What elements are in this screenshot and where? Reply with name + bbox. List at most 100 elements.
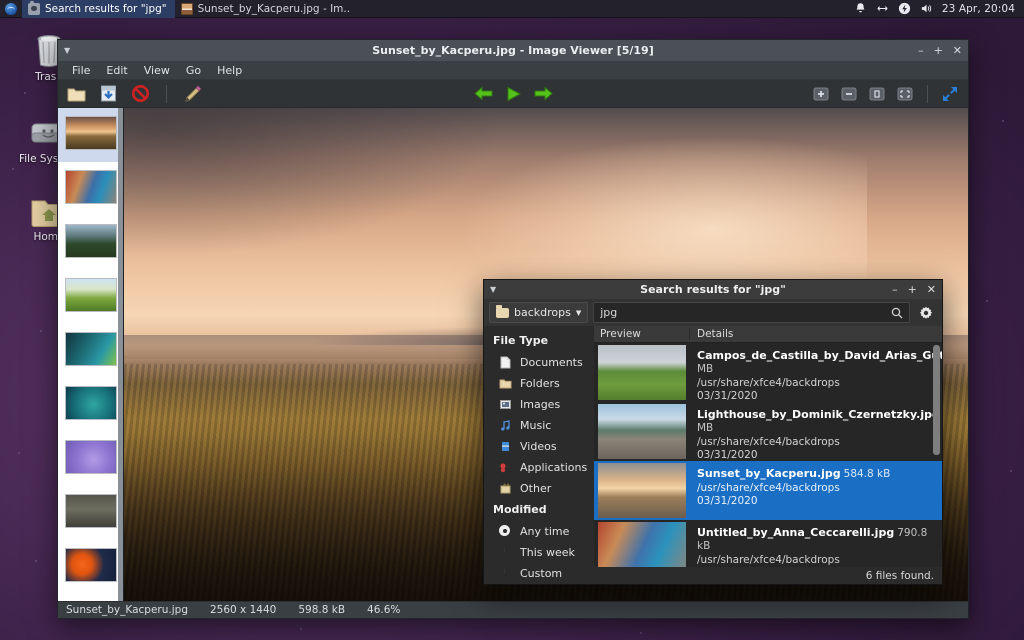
volume-icon[interactable] xyxy=(920,2,933,15)
next-image-icon[interactable] xyxy=(533,84,553,104)
folder-icon xyxy=(496,308,509,318)
thumbnail-item[interactable] xyxy=(58,594,123,601)
power-icon[interactable] xyxy=(898,2,911,15)
search-filter-sidebar: File Type Documents Folders xyxy=(484,326,594,584)
search-titlebar[interactable]: ▼ Search results for "jpg" – + ✕ xyxy=(484,280,942,299)
location-selector[interactable]: backdrops ▼ xyxy=(489,302,588,323)
viewer-maximize-button[interactable]: + xyxy=(934,45,943,56)
viewer-close-button[interactable]: ✕ xyxy=(953,45,962,56)
menu-view[interactable]: View xyxy=(136,64,178,77)
network-icon[interactable] xyxy=(876,2,889,15)
status-filename: Sunset_by_Kacperu.jpg xyxy=(66,604,188,616)
delete-icon[interactable] xyxy=(130,84,150,104)
zoom-100-icon[interactable] xyxy=(867,84,887,104)
search-toolbar: backdrops ▼ jpg xyxy=(484,299,942,326)
thumbnail-item[interactable] xyxy=(58,270,123,324)
filter-label: Documents xyxy=(520,356,583,369)
thumbnail-item[interactable] xyxy=(58,432,123,486)
edit-icon[interactable] xyxy=(183,84,203,104)
zoom-out-icon[interactable] xyxy=(839,84,859,104)
viewer-menubar[interactable]: File Edit View Go Help xyxy=(58,61,968,80)
filter-label: Custom xyxy=(520,567,562,580)
menu-file[interactable]: File xyxy=(64,64,98,77)
filter-custom[interactable]: Custom xyxy=(484,563,594,584)
thumbnail-item[interactable] xyxy=(58,108,123,162)
search-body: File Type Documents Folders xyxy=(484,326,942,584)
filter-other[interactable]: Other xyxy=(484,478,594,499)
fullscreen-icon[interactable] xyxy=(940,84,960,104)
save-icon[interactable] xyxy=(98,84,118,104)
slideshow-play-icon[interactable] xyxy=(503,84,523,104)
zoom-fit-icon[interactable] xyxy=(895,84,915,104)
filter-this-week[interactable]: This week xyxy=(484,542,594,563)
viewer-minimize-button[interactable]: – xyxy=(918,45,924,56)
table-row[interactable]: Sunset_by_Kacperu.jpg584.8 kB /usr/share… xyxy=(594,461,942,520)
thumbnail-item[interactable] xyxy=(58,378,123,432)
window-menu-caret-icon[interactable]: ▼ xyxy=(64,47,70,55)
filter-folders[interactable]: Folders xyxy=(484,373,594,394)
viewer-titlebar[interactable]: ▼ Sunset_by_Kacperu.jpg - Image Viewer [… xyxy=(58,40,968,61)
applications-launcher-button[interactable] xyxy=(0,0,22,18)
previous-image-icon[interactable] xyxy=(473,84,493,104)
results-scrollbar[interactable] xyxy=(933,345,940,455)
search-results-window[interactable]: ▼ Search results for "jpg" – + ✕ backdro… xyxy=(483,279,943,585)
window-menu-caret-icon[interactable]: ▼ xyxy=(490,286,496,294)
thumbnail-item[interactable] xyxy=(58,162,123,216)
result-path: /usr/share/xfce4/backdrops xyxy=(697,482,934,494)
cat-street-thumb xyxy=(65,170,117,204)
taskbar[interactable]: Search results for "jpg" Sunset_by_Kacpe… xyxy=(0,0,1024,18)
filter-music[interactable]: Music xyxy=(484,415,594,436)
search-maximize-button[interactable]: + xyxy=(908,283,917,296)
result-details: Sunset_by_Kacperu.jpg584.8 kB /usr/share… xyxy=(690,461,942,520)
taskbar-button-label: Search results for "jpg" xyxy=(45,3,167,15)
filter-images[interactable]: Images xyxy=(484,394,594,415)
search-close-button[interactable]: ✕ xyxy=(927,283,936,296)
gear-icon xyxy=(919,306,933,320)
search-input[interactable]: jpg xyxy=(593,302,910,323)
filter-label: Applications xyxy=(520,461,587,474)
settings-button[interactable] xyxy=(915,302,937,323)
zoom-in-icon[interactable] xyxy=(811,84,831,104)
filter-label: Other xyxy=(520,482,551,495)
column-header-details[interactable]: Details xyxy=(690,328,942,340)
open-folder-icon[interactable] xyxy=(66,84,86,104)
search-window-title: Search results for "jpg" xyxy=(484,283,942,296)
clock[interactable]: 23 Apr, 20:04 xyxy=(942,3,1015,15)
filter-label: This week xyxy=(520,546,575,559)
search-minimize-button[interactable]: – xyxy=(892,283,898,296)
result-path: /usr/share/xfce4/backdrops xyxy=(697,377,934,389)
thumbnail-item[interactable] xyxy=(58,216,123,270)
menu-go[interactable]: Go xyxy=(178,64,209,77)
taskbar-button-image-viewer[interactable]: Sunset_by_Kacperu.jpg - Im... xyxy=(175,0,350,18)
radio-selected-icon xyxy=(499,525,512,538)
table-row[interactable]: Untitled_by_Anna_Ceccarelli.jpg790.8 kB … xyxy=(594,520,942,567)
mountain-field-thumb xyxy=(65,224,117,258)
column-header-preview[interactable]: Preview xyxy=(594,328,690,340)
result-details: Lighthouse_by_Dominik_Czernetzky.jpg3.4 … xyxy=(690,402,942,461)
sunset-road-thumb xyxy=(598,463,686,518)
bell-icon[interactable] xyxy=(854,2,867,15)
status-filesize: 598.8 kB xyxy=(298,604,345,616)
result-filename: Sunset_by_Kacperu.jpg xyxy=(697,467,841,480)
menu-edit[interactable]: Edit xyxy=(98,64,135,77)
filter-any-time[interactable]: Any time xyxy=(484,521,594,542)
filter-label: Music xyxy=(520,419,551,432)
filter-videos[interactable]: Videos xyxy=(484,436,594,457)
filter-applications[interactable]: Applications xyxy=(484,457,594,478)
thumbnail-item[interactable] xyxy=(58,324,123,378)
table-row[interactable]: Lighthouse_by_Dominik_Czernetzky.jpg3.4 … xyxy=(594,402,942,461)
search-input-value: jpg xyxy=(600,306,617,319)
menu-help[interactable]: Help xyxy=(209,64,250,77)
table-row[interactable]: Campos_de_Castilla_by_David_Arias_Gutier… xyxy=(594,343,942,402)
search-footer: 6 files found. xyxy=(594,567,942,584)
thumbnail-item[interactable] xyxy=(58,540,123,594)
thumbnail-scrollbar[interactable] xyxy=(118,108,123,601)
thumbnail-strip[interactable] xyxy=(58,108,124,601)
taskbar-button-search-results[interactable]: Search results for "jpg" xyxy=(22,0,175,18)
thumbnail-item[interactable] xyxy=(58,486,123,540)
results-list[interactable]: Campos_de_Castilla_by_David_Arias_Gutier… xyxy=(594,343,942,567)
result-date: 03/31/2020 xyxy=(697,390,934,402)
results-header: Preview Details xyxy=(594,326,942,343)
filter-documents[interactable]: Documents xyxy=(484,352,594,373)
search-icon[interactable] xyxy=(891,307,903,319)
